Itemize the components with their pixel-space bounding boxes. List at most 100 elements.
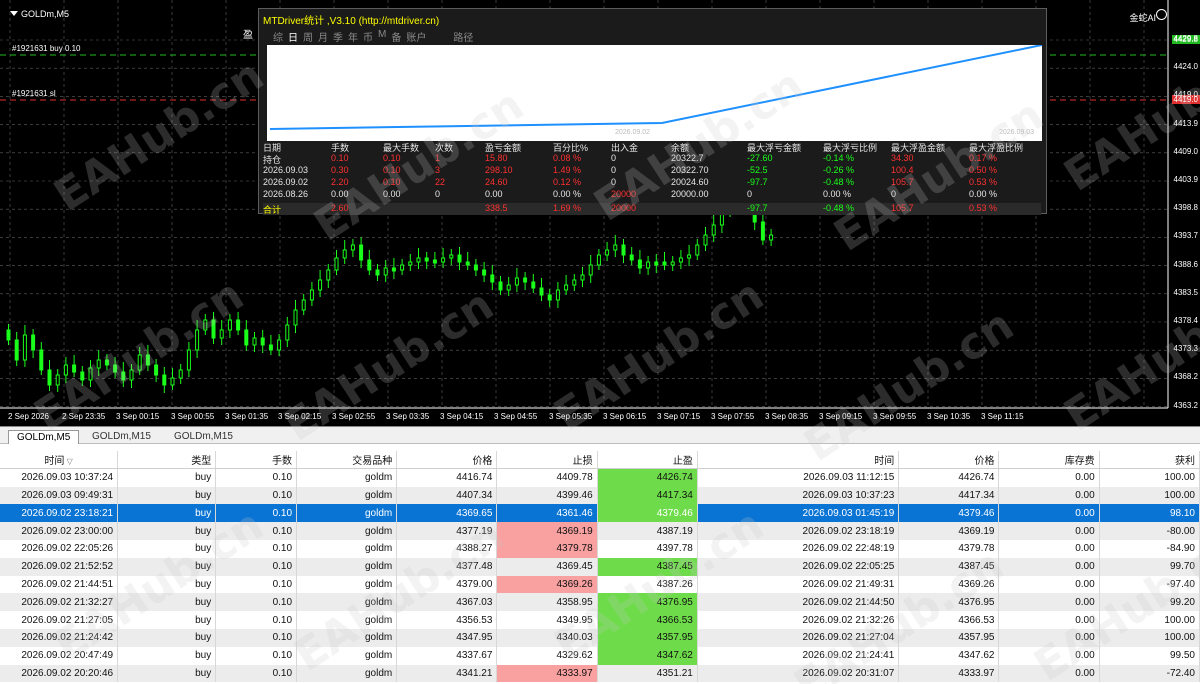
cell-price: 4377.48: [396, 557, 498, 576]
panel-tab[interactable]: M: [378, 29, 386, 44]
column-header[interactable]: 获利: [1099, 451, 1200, 470]
candle-body: [662, 261, 667, 266]
panel-tab[interactable]: 综: [273, 29, 283, 44]
trade-row[interactable]: 2026.09.03 09:49:31 buy 0.10 goldm 4407.34 43…: [0, 486, 1200, 505]
column-header[interactable]: 类型: [117, 451, 217, 470]
candle-body: [400, 264, 405, 271]
trade-row[interactable]: 2026.09.02 21:44:51 buy 0.10 goldm 4379.00 43…: [0, 575, 1200, 594]
chart-tab-2[interactable]: GOLDm,M15: [84, 430, 159, 444]
panel-tab[interactable]: 账户: [406, 29, 426, 44]
cell-type: buy: [117, 539, 217, 558]
equity-date-start: 2026.09.02: [615, 129, 651, 136]
cell-close-price: 4376.95: [898, 593, 1000, 612]
trade-row[interactable]: 2026.09.02 22:05:26 buy 0.10 goldm 4388.27 43…: [0, 539, 1200, 558]
column-header[interactable]: 时间 ▽: [0, 451, 119, 470]
trade-history-grid[interactable]: 时间 ▽ 类型 手数 交易品种 价格 止损 止盈 时间 价格 库存费 获利 2026.09.03 1…: [0, 451, 1200, 684]
candle-body: [14, 339, 19, 361]
cell-tp: 4397.78: [597, 539, 698, 558]
cell-close-price: 4347.62: [898, 646, 1000, 665]
candle-body: [195, 329, 200, 351]
stats-cell: 20322.70: [671, 165, 709, 175]
column-header[interactable]: 交易品种: [296, 451, 398, 470]
cell-lots: 0.10: [215, 611, 298, 629]
cell-symbol: goldm: [296, 646, 398, 665]
panel-tab[interactable]: 年: [348, 29, 358, 44]
candle-body: [490, 274, 495, 283]
panel-tab[interactable]: 月: [318, 29, 328, 44]
cell-symbol: goldm: [296, 486, 398, 505]
order-sl-label[interactable]: #1921631 sl: [12, 89, 56, 98]
cell-price: 4377.19: [396, 522, 498, 540]
candle-body: [531, 281, 536, 289]
panel-tab[interactable]: 日: [288, 29, 298, 44]
stats-cell: 20024.60: [671, 177, 709, 187]
cell-lots: 0.10: [215, 628, 298, 647]
candle-body: [449, 254, 454, 259]
stats-cell: 100.4: [891, 165, 914, 175]
candle-body: [523, 277, 528, 283]
cell-close-time: 2026.09.02 22:05:25: [697, 557, 900, 576]
column-header[interactable]: 止损: [496, 451, 598, 470]
column-header[interactable]: 止盈: [597, 451, 698, 470]
trade-row[interactable]: 2026.09.02 20:47:49 buy 0.10 goldm 4337.67 43…: [0, 646, 1200, 665]
stats-cell: 22: [435, 177, 446, 187]
panel-tab[interactable]: 季: [333, 29, 343, 44]
candle-body: [252, 337, 257, 346]
column-header[interactable]: 库存费: [998, 451, 1100, 470]
cell-swap: 0.00: [998, 539, 1100, 558]
cell-tp: 4426.74: [597, 468, 698, 487]
cell-lots: 0.10: [215, 646, 298, 665]
candle-body: [63, 364, 68, 376]
column-header[interactable]: 手数: [215, 451, 298, 470]
price-tick-label: 4398.8: [1173, 203, 1198, 213]
stats-cell: 0.10: [383, 153, 401, 163]
order-buy-label[interactable]: #1921631 buy 0.10: [12, 44, 81, 53]
grid-header-row: 时间 ▽ 类型 手数 交易品种 价格 止损 止盈 时间 价格 库存费 获利: [0, 451, 1200, 470]
stats-cell: 15.80: [485, 153, 508, 163]
stats-cell: -27.60: [747, 153, 773, 163]
stats-cell: -0.14 %: [823, 153, 855, 163]
cell-tp: 4387.45: [597, 557, 698, 576]
candle-body: [326, 269, 331, 281]
candle-body: [564, 284, 569, 291]
cell-close-time: 2026.09.02 21:49:31: [697, 575, 900, 594]
dropdown-arrow-icon: [10, 11, 18, 16]
trade-row[interactable]: 2026.09.02 20:20:46 buy 0.10 goldm 4341.21 43…: [0, 664, 1200, 683]
stats-header-row: 日期 手数 最大手数 次数 盈亏金额 百分比% 出入金 余额 最大浮亏金额 最大浮亏比例 最大浮盈金…: [263, 141, 1041, 153]
panel-tab[interactable]: 币: [363, 29, 373, 44]
candle-body: [424, 257, 429, 262]
trade-row[interactable]: 2026.09.02 21:24:42 buy 0.10 goldm 4347.95 43…: [0, 628, 1200, 647]
cell-type: buy: [117, 646, 217, 665]
candle-body: [621, 244, 626, 256]
trade-row[interactable]: 2026.09.02 21:27:05 buy 0.10 goldm 4356.53 43…: [0, 611, 1200, 629]
candle-body: [260, 337, 265, 346]
stats-cell: 0: [747, 189, 753, 199]
panel-tab[interactable]: 周: [303, 29, 313, 44]
cell-profit: -97.40: [1099, 575, 1200, 594]
cell-close-time: 2026.09.03 10:37:23: [697, 486, 900, 505]
cell-sl: 4399.46: [496, 486, 598, 505]
trade-row[interactable]: 2026.09.02 21:32:27 buy 0.10 goldm 4367.03 43…: [0, 593, 1200, 612]
cell-symbol: goldm: [296, 468, 398, 487]
column-header[interactable]: 价格: [898, 451, 1000, 470]
candle-body: [441, 257, 446, 263]
candle-body: [22, 334, 27, 361]
price-chart[interactable]: GOLDm,M5 金蛇AI #1921631 buy 0.10 #1921631…: [0, 0, 1200, 426]
candle-body: [629, 254, 634, 261]
cell-close-price: 4357.95: [898, 628, 1000, 647]
cell-price: 4341.21: [396, 664, 498, 683]
column-header[interactable]: 时间: [697, 451, 900, 470]
cell-open-time: 2026.09.03 09:49:31: [0, 486, 119, 505]
cell-sl: 4369.26: [496, 575, 598, 594]
trade-row[interactable]: 2026.09.02 21:52:52 buy 0.10 goldm 4377.48 43…: [0, 557, 1200, 576]
panel-collapse-button[interactable]: 盈: [243, 26, 253, 41]
panel-tab[interactable]: 路径: [453, 29, 473, 44]
chart-tab-3[interactable]: GOLDm,M15: [166, 430, 241, 444]
panel-tab[interactable]: 备: [391, 29, 401, 44]
candle-body: [416, 257, 421, 263]
trade-row[interactable]: 2026.09.02 23:00:00 buy 0.10 goldm 4377.19 43…: [0, 522, 1200, 540]
column-header[interactable]: 价格: [396, 451, 498, 470]
chart-tab-1[interactable]: GOLDm,M5: [8, 430, 80, 444]
trade-row[interactable]: 2026.09.02 23:18:21 buy 0.10 goldm 4369.65 43…: [0, 504, 1200, 523]
trade-row[interactable]: 2026.09.03 10:37:24 buy 0.10 goldm 4416.74 44…: [0, 468, 1200, 487]
